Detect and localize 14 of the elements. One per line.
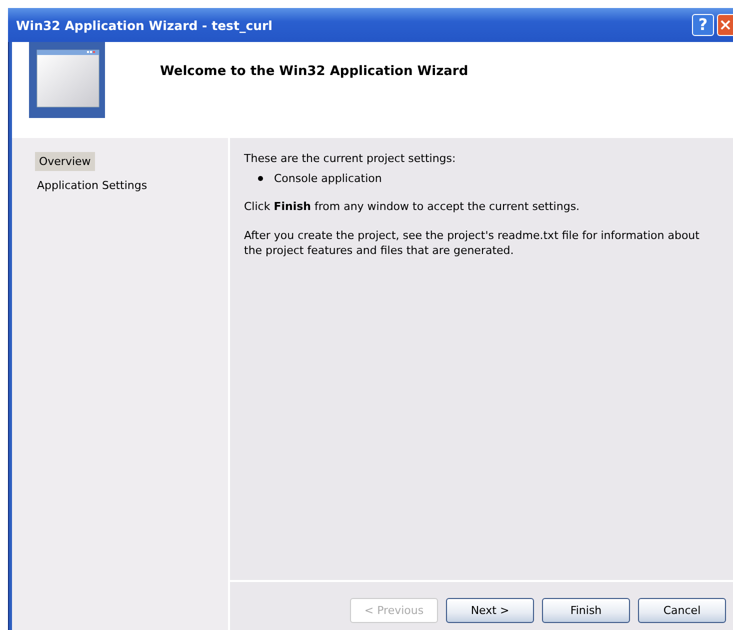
- wizard-button[interactable]: Finish: [542, 598, 630, 623]
- intro-text: These are the current project settings:: [244, 152, 457, 165]
- window-title: Win32 Application Wizard - test_curl: [16, 18, 272, 32]
- close-button[interactable]: ×: [717, 14, 733, 36]
- bullet-text: Console application: [274, 172, 382, 185]
- bullet-icon: [258, 176, 263, 181]
- sidebar-item[interactable]: Application Settings: [35, 176, 152, 195]
- paragraph: After you create the project, see the project's readme.txt file for information about the project features and files that are generated.: [244, 228, 700, 258]
- sidebar-item[interactable]: Overview: [35, 152, 95, 171]
- wizard-heading: Welcome to the Win32 Application Wizard: [160, 64, 468, 79]
- wizard-button[interactable]: Cancel: [638, 598, 726, 623]
- wizard-button[interactable]: Next >: [446, 598, 534, 623]
- help-button[interactable]: ?: [692, 14, 714, 36]
- paragraph: Click Finish from any window to accept the current settings.: [244, 199, 581, 214]
